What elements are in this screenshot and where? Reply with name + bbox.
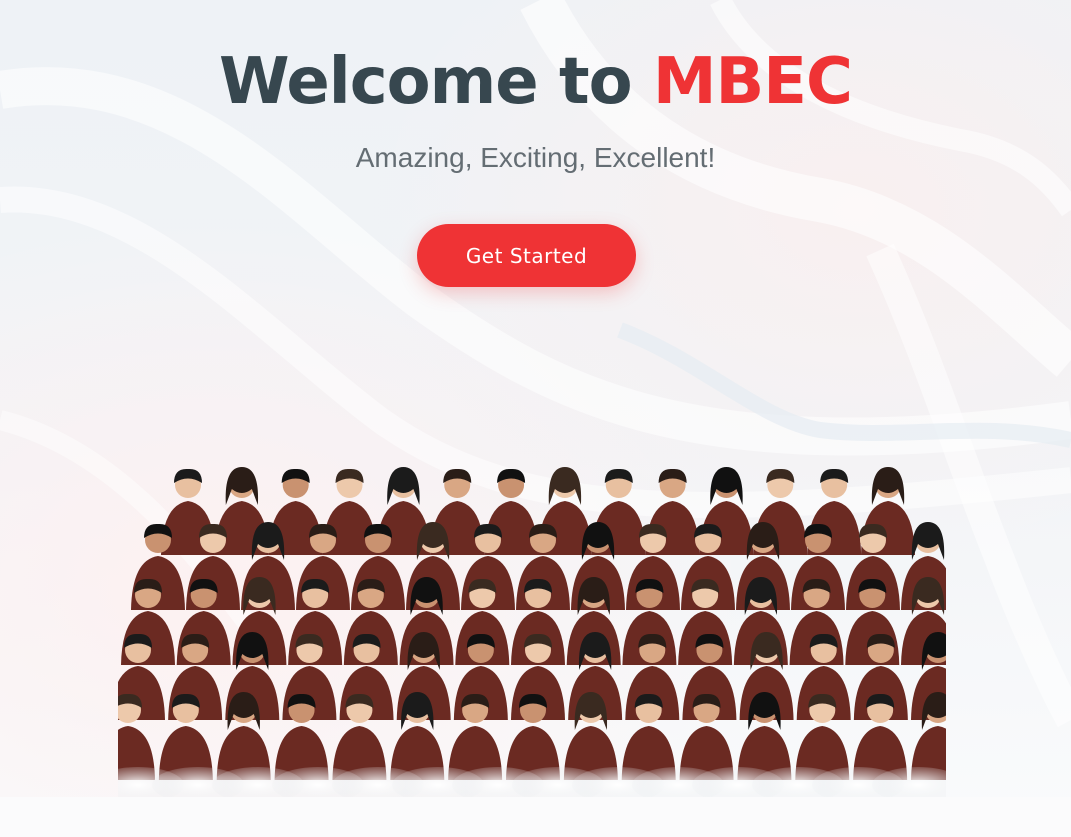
get-started-button[interactable]: Get Started xyxy=(417,224,636,287)
hero-subtitle: Amazing, Exciting, Excellent! xyxy=(355,142,716,173)
title-accent: MBEC xyxy=(652,45,853,119)
hero-section: Welcome to MBEC Amazing, Exciting, Excel… xyxy=(0,0,1071,837)
page-title: Welcome to MBEC xyxy=(0,40,1071,124)
title-prefix: Welcome to xyxy=(219,45,653,119)
group-photo xyxy=(118,467,946,797)
footer-band xyxy=(0,797,1071,837)
